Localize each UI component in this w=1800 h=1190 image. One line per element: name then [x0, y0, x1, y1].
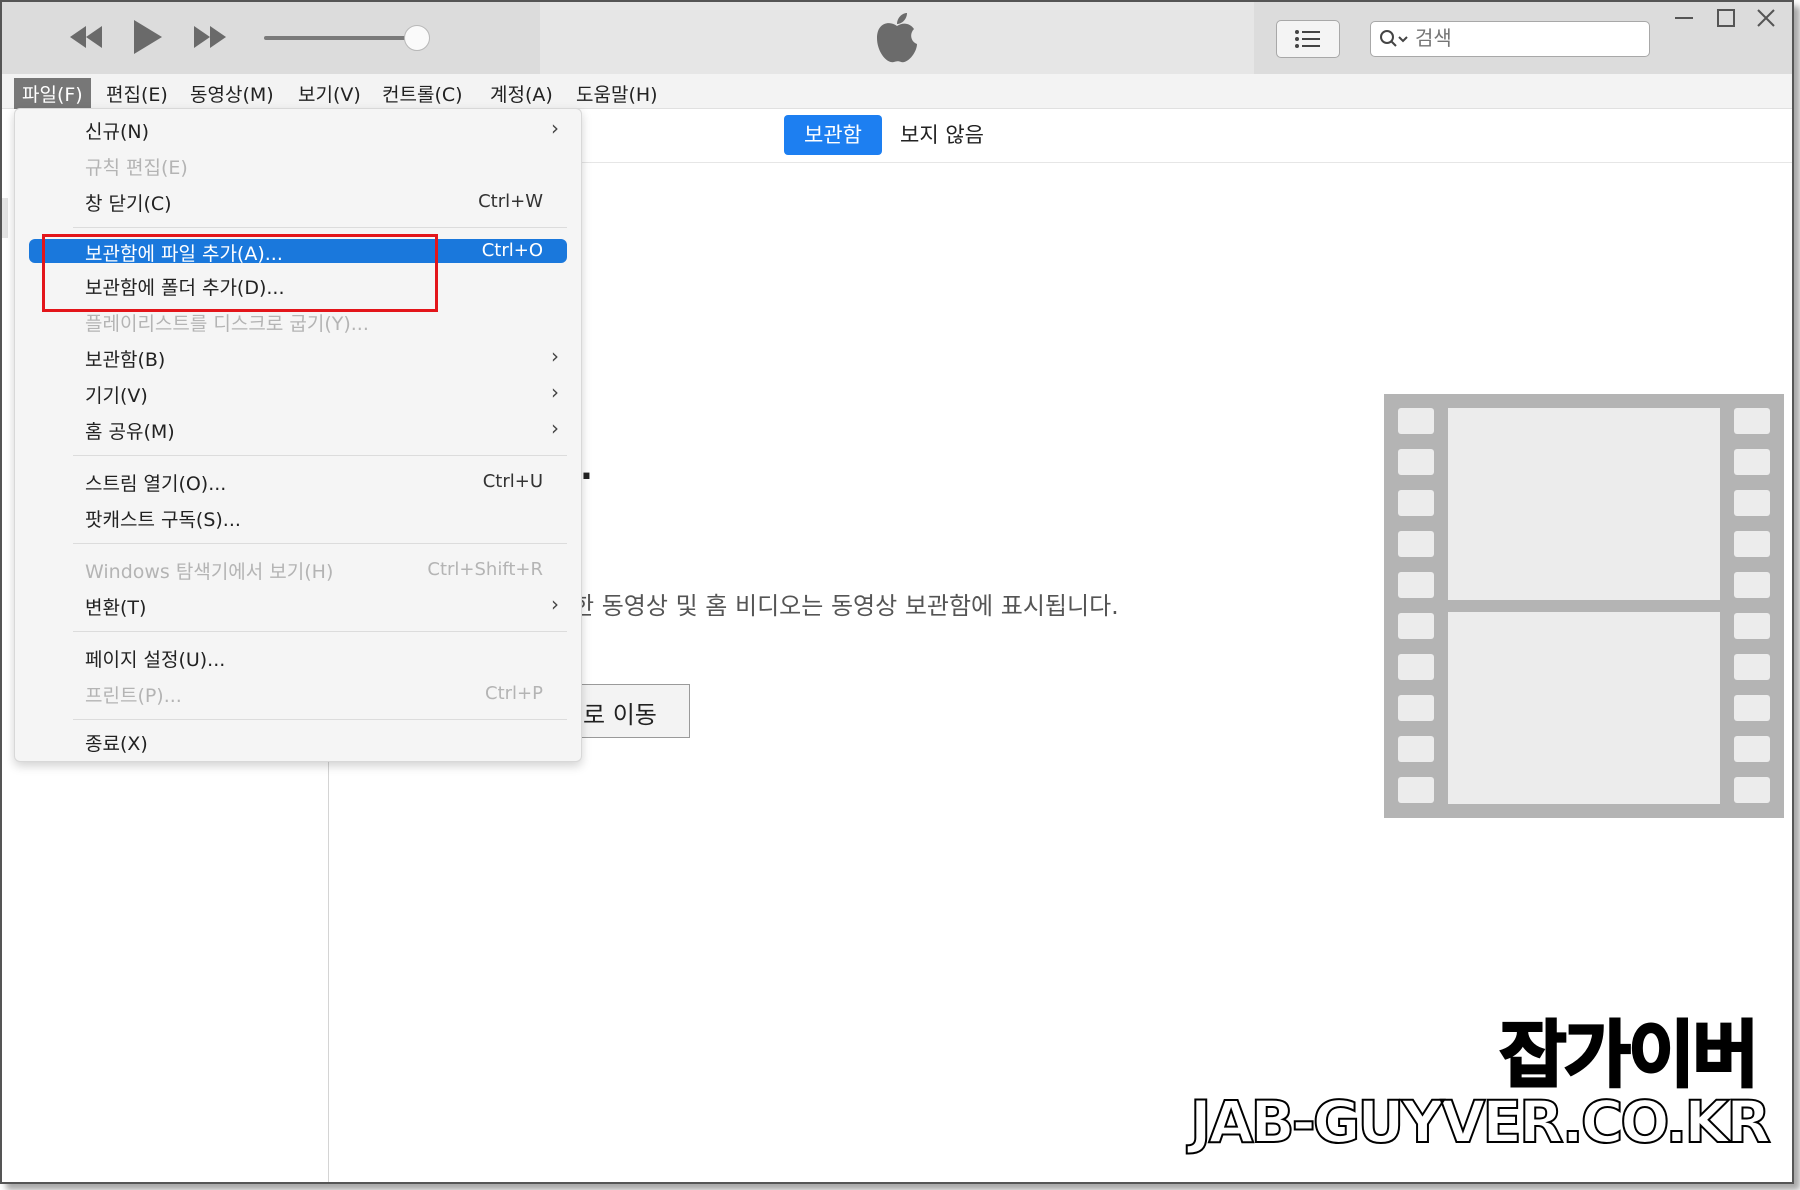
shortcut-show-in-explorer: Ctrl+Shift+R	[427, 559, 543, 580]
menu-item-devices-label: 기기(V)	[85, 385, 148, 407]
film-sprocket-hole	[1398, 654, 1434, 680]
menu-item-show-in-explorer: Windows 탐색기에서 보기(H) Ctrl+Shift+R	[27, 553, 569, 587]
film-sprocket-hole	[1398, 490, 1434, 516]
film-sprocket-hole	[1734, 736, 1770, 762]
film-sprocket-hole	[1398, 531, 1434, 557]
menu-item-print-label: 프린트(P)...	[85, 685, 182, 707]
menu-item-edit-rule: 규칙 편집(E)	[27, 149, 569, 183]
shortcut-print: Ctrl+P	[485, 683, 543, 704]
menu-item-exit-label: 종료(X)	[85, 733, 148, 755]
menu-separator	[73, 719, 567, 720]
player-toolbar	[2, 2, 1792, 75]
menu-item-close-window-label: 창 닫기(C)	[85, 193, 172, 215]
film-strip-icon	[1384, 394, 1784, 822]
go-to-store-label: 로 이동	[583, 701, 657, 729]
menu-item-open-stream-label: 스트림 열기(O)...	[85, 473, 227, 495]
maximize-icon[interactable]	[1714, 6, 1738, 36]
menu-file[interactable]: 파일(F)	[14, 78, 91, 109]
film-sprocket-hole	[1398, 777, 1434, 803]
shortcut-open-stream: Ctrl+U	[482, 471, 543, 492]
film-sprocket-hole	[1398, 695, 1434, 721]
menu-separator	[73, 631, 567, 632]
menu-item-devices[interactable]: 기기(V) ›	[27, 377, 569, 411]
menu-item-show-in-explorer-label: Windows 탐색기에서 보기(H)	[85, 561, 334, 583]
menu-separator	[73, 455, 567, 456]
menu-item-convert[interactable]: 변환(T) ›	[27, 589, 569, 623]
shortcut-close-window: Ctrl+W	[478, 191, 543, 212]
menu-item-new-label: 신규(N)	[85, 121, 149, 143]
search-icon[interactable]	[1379, 29, 1411, 53]
minimize-icon[interactable]	[1672, 6, 1696, 36]
tab-library[interactable]: 보관함	[784, 115, 882, 155]
menu-controls[interactable]: 컨트롤(C)	[374, 78, 471, 109]
menu-bar: 파일(F) 편집(E) 동영상(M) 보기(V) 컨트롤(C) 계정(A) 도움…	[2, 74, 1792, 109]
chevron-right-icon: ›	[551, 592, 559, 616]
film-sprocket-hole	[1734, 572, 1770, 598]
menu-edit[interactable]: 편집(E)	[98, 78, 176, 109]
watermark-korean: 잡가이버	[1499, 1012, 1761, 1099]
volume-slider-knob[interactable]	[404, 25, 430, 51]
menu-item-library[interactable]: 보관함(B) ›	[27, 341, 569, 375]
menu-item-page-setup[interactable]: 페이지 설정(U)...	[27, 641, 569, 675]
menu-item-exit[interactable]: 종료(X)	[27, 725, 569, 759]
chevron-right-icon: ›	[551, 116, 559, 140]
shortcut-add-file: Ctrl+O	[481, 240, 543, 261]
volume-slider-track[interactable]	[264, 36, 416, 40]
rewind-icon[interactable]	[66, 20, 106, 54]
main-description: 한 동영상 및 홈 비디오는 동영상 보관함에 표시됩니다.	[572, 592, 1119, 620]
watermark-url: JAB-GUYVER.CO.KR	[1189, 1087, 1772, 1157]
film-sprocket-hole	[1734, 531, 1770, 557]
menu-item-new[interactable]: 신규(N) ›	[27, 113, 569, 147]
film-sprocket-hole	[1734, 777, 1770, 803]
menu-item-page-setup-label: 페이지 설정(U)...	[85, 649, 226, 671]
menu-separator	[73, 543, 567, 544]
list-icon	[1295, 30, 1320, 48]
search-input[interactable]	[1415, 26, 1635, 50]
menu-item-subscribe-podcast-label: 팟캐스트 구독(S)...	[85, 509, 241, 531]
film-sprocket-hole	[1734, 613, 1770, 639]
film-sprocket-hole	[1734, 490, 1770, 516]
menu-item-home-sharing-label: 홈 공유(M)	[85, 421, 175, 443]
menu-item-convert-label: 변환(T)	[85, 597, 147, 619]
film-sprocket-hole	[1734, 695, 1770, 721]
film-sprocket-hole	[1734, 654, 1770, 680]
file-menu-dropdown: 신규(N) › 규칙 편집(E) 창 닫기(C) Ctrl+W 보관함에 파일 …	[14, 108, 582, 762]
chevron-right-icon: ›	[551, 416, 559, 440]
chevron-right-icon: ›	[551, 380, 559, 404]
tab-unwatched[interactable]: 보지 않음	[900, 115, 984, 155]
film-sprocket-hole	[1398, 736, 1434, 762]
fast-forward-icon[interactable]	[190, 20, 230, 54]
film-sprocket-hole	[1398, 613, 1434, 639]
menu-item-print: 프린트(P)... Ctrl+P	[27, 677, 569, 711]
menu-item-open-stream[interactable]: 스트림 열기(O)... Ctrl+U	[27, 465, 569, 499]
menu-help[interactable]: 도움말(H)	[568, 78, 666, 109]
apple-logo-icon	[874, 12, 920, 68]
close-icon[interactable]	[1754, 6, 1778, 36]
chevron-right-icon: ›	[551, 344, 559, 368]
menu-account[interactable]: 계정(A)	[482, 78, 561, 109]
menu-item-home-sharing[interactable]: 홈 공유(M) ›	[27, 413, 569, 447]
menu-item-edit-rule-label: 규칙 편집(E)	[85, 157, 188, 179]
menu-item-burn-playlist-label: 플레이리스트를 디스크로 굽기(Y)...	[85, 313, 369, 335]
menu-separator	[73, 227, 567, 228]
list-view-button[interactable]	[1276, 20, 1340, 58]
film-sprocket-hole	[1398, 449, 1434, 475]
menu-item-subscribe-podcast[interactable]: 팟캐스트 구독(S)...	[27, 501, 569, 535]
film-sprocket-hole	[1734, 408, 1770, 434]
film-sprocket-hole	[1398, 408, 1434, 434]
menu-item-library-label: 보관함(B)	[85, 349, 166, 371]
film-sprocket-hole	[1734, 449, 1770, 475]
menu-movies[interactable]: 동영상(M)	[182, 78, 282, 109]
menu-item-close-window[interactable]: 창 닫기(C) Ctrl+W	[27, 185, 569, 219]
play-icon[interactable]	[130, 16, 166, 58]
search-box[interactable]	[1370, 21, 1650, 57]
annotation-highlight-box	[42, 234, 438, 312]
film-sprocket-hole	[1398, 572, 1434, 598]
sidebar-edge	[2, 198, 8, 238]
menu-view[interactable]: 보기(V)	[290, 78, 369, 109]
